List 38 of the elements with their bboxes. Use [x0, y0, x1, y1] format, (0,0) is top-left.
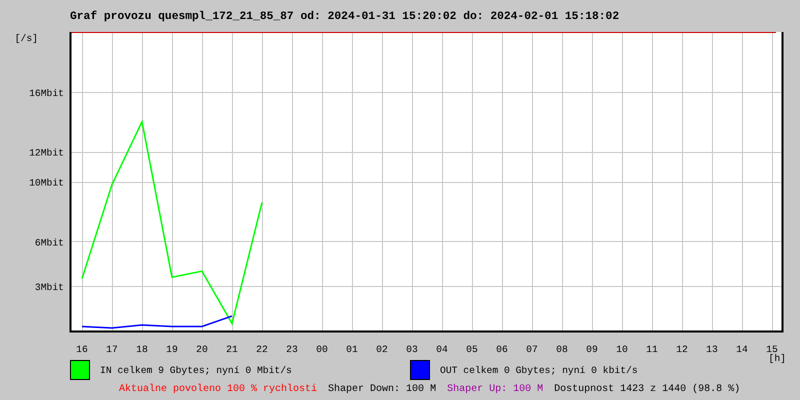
y-axis-label: 16Mbit [29, 88, 64, 99]
x-axis-label: 09 [586, 344, 598, 355]
status-text: Aktualne povoleno 100 % rychlosti [119, 384, 318, 394]
x-axis-label: 20 [196, 344, 208, 355]
x-axis-label: 00 [316, 344, 328, 355]
x-axis-label: 22 [256, 344, 268, 355]
chart-title: Graf provozu quesmpl_172_21_85_87 od: 2024-01-31 15:20:02 do: 2024-02-01 15:18:02 [69, 10, 620, 23]
x-axis-label: 10 [616, 344, 628, 355]
y-axis-label: 3Mbit [34, 282, 64, 294]
x-axis-unit: [h] [768, 353, 786, 364]
y-axis-unit: [/s] [14, 33, 38, 44]
status-text: Dostupnost 1423 z 1440 (98.8 %) [554, 384, 740, 394]
x-axis-label: 03 [406, 344, 418, 355]
x-axis-label: 17 [106, 344, 118, 355]
x-axis-label: 11 [646, 344, 658, 355]
x-axis-label: 12 [676, 344, 688, 355]
status-text: Shaper Up: 100 M [447, 384, 544, 394]
x-axis-label: 16 [76, 344, 88, 355]
y-axis-label: 6Mbit [34, 237, 64, 248]
x-axis-label: 14 [736, 344, 748, 355]
x-axis-label: 08 [556, 344, 568, 355]
x-axis-label: 04 [436, 344, 448, 355]
x-axis-label: 05 [466, 344, 478, 355]
legend-label: IN celkem 9 Gbytes; nyní 0 Mbit/s [100, 364, 292, 376]
y-axis-label: 10Mbit [29, 178, 64, 188]
x-axis-label: 02 [376, 344, 388, 355]
legend-label: OUT celkem 0 Gbytes; nyní 0 kbit/s [440, 364, 638, 376]
x-axis-label: 15 [766, 344, 778, 355]
x-axis-label: 23 [286, 344, 298, 355]
x-axis-label: 06 [496, 344, 508, 355]
x-axis-label: 07 [526, 344, 538, 355]
x-axis-label: 21 [226, 344, 238, 355]
x-axis-label: 18 [136, 344, 148, 355]
x-axis-label: 01 [346, 344, 358, 355]
status-text: Shaper Down: 100 M [328, 384, 436, 394]
x-axis-label: 13 [706, 344, 718, 355]
y-axis-label: 12Mbit [29, 148, 64, 159]
x-axis-label: 19 [166, 344, 178, 355]
